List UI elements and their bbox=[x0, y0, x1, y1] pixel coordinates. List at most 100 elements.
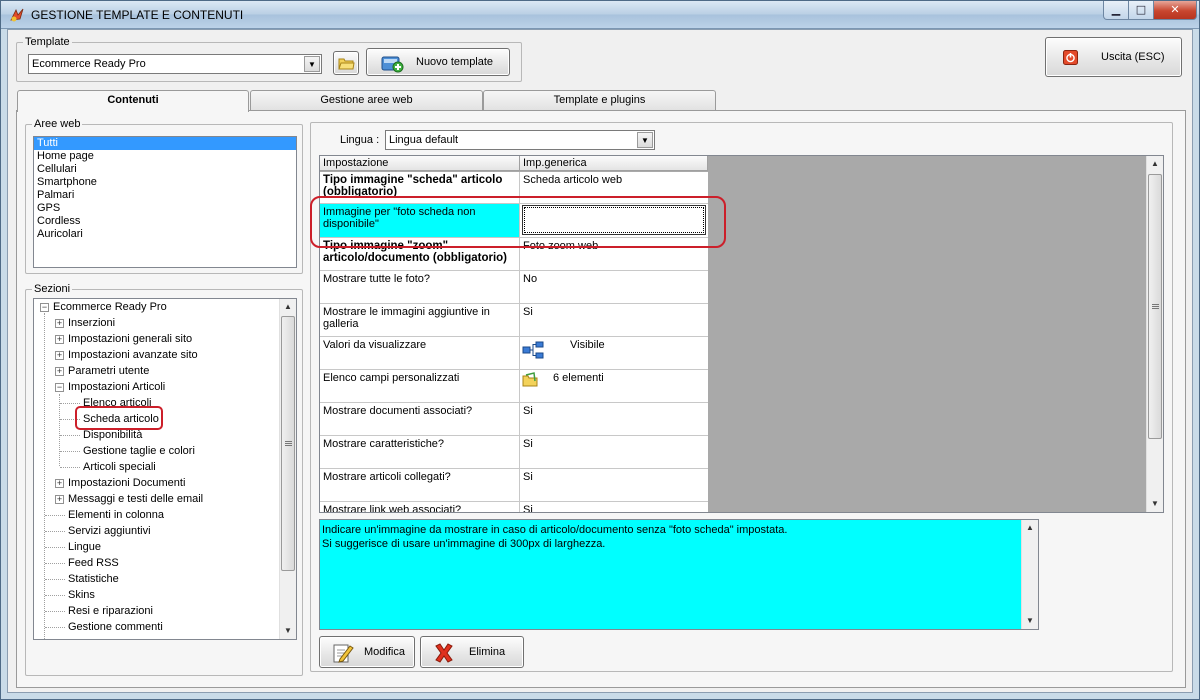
template-select[interactable]: Ecommerce Ready Pro ▼ bbox=[28, 54, 322, 74]
tree-node[interactable]: Gestione commenti bbox=[68, 620, 163, 634]
scroll-thumb[interactable] bbox=[281, 316, 295, 571]
expand-icon[interactable]: + bbox=[55, 495, 64, 504]
table-row[interactable]: Mostrare link web associati? Si bbox=[320, 502, 708, 512]
edit-icon bbox=[333, 644, 354, 663]
tree-node[interactable]: Inserzioni bbox=[68, 316, 115, 330]
collapse-icon[interactable]: − bbox=[55, 383, 64, 392]
expand-icon[interactable]: + bbox=[55, 335, 64, 344]
setting-value[interactable]: Foto zoom web bbox=[520, 238, 708, 270]
tree-node[interactable]: Disponibilità bbox=[83, 428, 142, 442]
minimize-button[interactable]: ▁ bbox=[1103, 1, 1129, 20]
expand-icon[interactable]: + bbox=[55, 351, 64, 360]
setting-value: Visibile bbox=[570, 339, 605, 351]
list-item[interactable]: Auricolari bbox=[34, 228, 296, 241]
chevron-down-icon[interactable]: ▼ bbox=[637, 132, 653, 148]
list-item[interactable]: Tutti bbox=[34, 137, 296, 150]
table-row[interactable]: Elenco campi personalizzati 6 elementi bbox=[320, 370, 708, 403]
tree-node[interactable]: Articoli speciali bbox=[83, 460, 156, 474]
tab-contenuti[interactable]: Contenuti bbox=[17, 90, 249, 112]
table-row[interactable]: Mostrare caratteristiche? Si bbox=[320, 436, 708, 469]
tree-node[interactable]: Impostazioni Articoli bbox=[68, 380, 165, 394]
tree-node[interactable]: Impostazioni generali sito bbox=[68, 332, 192, 346]
table-row[interactable]: Valori da visualizzare Visibile bbox=[320, 337, 708, 370]
expand-icon[interactable]: + bbox=[55, 367, 64, 376]
expand-icon[interactable]: + bbox=[55, 319, 64, 328]
setting-value[interactable]: Si bbox=[520, 304, 708, 336]
modifica-button[interactable]: Modifica bbox=[319, 636, 415, 668]
modifica-label: Modifica bbox=[364, 646, 405, 658]
scroll-thumb[interactable] bbox=[1148, 174, 1162, 439]
tree-node[interactable]: Resi e riparazioni bbox=[68, 604, 153, 618]
setting-value[interactable]: Si bbox=[520, 403, 708, 435]
sezioni-scrollbar[interactable]: ▲ ▼ bbox=[279, 299, 296, 639]
open-folder-button[interactable] bbox=[333, 51, 359, 75]
tree-node[interactable]: Gestione taglie e colori bbox=[83, 444, 195, 458]
scroll-down-icon[interactable]: ▼ bbox=[280, 623, 296, 639]
tree-line bbox=[59, 394, 60, 466]
setting-value-cell[interactable]: 6 elementi bbox=[520, 370, 708, 402]
table-row-selected[interactable]: Immagine per "foto scheda non disponibil… bbox=[320, 204, 708, 238]
scroll-up-icon[interactable]: ▲ bbox=[280, 299, 296, 315]
list-item[interactable]: Smartphone bbox=[34, 176, 296, 189]
close-button[interactable]: ✕ bbox=[1153, 1, 1197, 20]
setting-value[interactable]: Si bbox=[520, 436, 708, 468]
scroll-down-icon[interactable]: ▼ bbox=[1147, 496, 1163, 512]
tree-node[interactable]: Impostazioni Documenti bbox=[68, 476, 185, 490]
list-item[interactable]: Cordless bbox=[34, 215, 296, 228]
grid-scrollbar[interactable]: ▲ ▼ bbox=[1146, 156, 1163, 512]
collapse-icon[interactable]: − bbox=[40, 303, 49, 312]
scroll-up-icon[interactable]: ▲ bbox=[1022, 520, 1038, 536]
tree-node[interactable]: Feed RSS bbox=[68, 556, 119, 570]
scroll-up-icon[interactable]: ▲ bbox=[1147, 156, 1163, 172]
tree-node[interactable]: Messaggi e testi delle email bbox=[68, 492, 203, 506]
tree-node[interactable]: Skins bbox=[68, 588, 95, 602]
scroll-down-icon[interactable]: ▼ bbox=[1022, 613, 1038, 629]
setting-name: Mostrare tutte le foto? bbox=[320, 271, 520, 303]
image-value-input[interactable] bbox=[522, 205, 706, 235]
tree-line bbox=[45, 531, 65, 532]
tab-gestione-aree-web[interactable]: Gestione aree web bbox=[250, 90, 483, 110]
tree-node[interactable]: Elementi in colonna bbox=[68, 508, 164, 522]
column-header[interactable]: Imp.generica bbox=[520, 156, 708, 171]
settings-grid[interactable]: Impostazione Imp.generica Tipo immagine … bbox=[319, 155, 1164, 513]
tree-root[interactable]: Ecommerce Ready Pro bbox=[53, 300, 167, 314]
tree-node[interactable]: Lingue bbox=[68, 540, 101, 554]
column-header[interactable]: Impostazione bbox=[320, 156, 520, 171]
lingua-select[interactable]: Lingua default ▼ bbox=[385, 130, 655, 150]
tree-node[interactable]: Elenco articoli bbox=[83, 396, 151, 410]
aree-web-list[interactable]: Tutti Home page Cellulari Smartphone Pal… bbox=[33, 136, 297, 268]
setting-name: Mostrare articoli collegati? bbox=[320, 469, 520, 501]
sezioni-tree[interactable]: − Ecommerce Ready Pro + Inserzioni + Imp… bbox=[33, 298, 297, 640]
elimina-button[interactable]: Elimina bbox=[420, 636, 524, 668]
tree-node[interactable]: Servizi aggiuntivi bbox=[68, 524, 151, 538]
chevron-down-icon[interactable]: ▼ bbox=[304, 56, 320, 72]
table-row[interactable]: Mostrare documenti associati? Si bbox=[320, 403, 708, 436]
setting-value[interactable]: Si bbox=[520, 469, 708, 501]
table-row[interactable]: Mostrare articoli collegati? Si bbox=[320, 469, 708, 502]
description-box[interactable]: Indicare un'immagine da mostrare in caso… bbox=[319, 519, 1039, 630]
tree-node[interactable]: Impostazioni avanzate sito bbox=[68, 348, 198, 362]
tree-node[interactable]: Statistiche bbox=[68, 572, 119, 586]
setting-value[interactable]: Scheda articolo web bbox=[520, 172, 708, 203]
table-row[interactable]: Mostrare le immagini aggiuntive in galle… bbox=[320, 304, 708, 337]
exit-button[interactable]: Uscita (ESC) bbox=[1045, 37, 1182, 77]
tree-node[interactable]: Parametri utente bbox=[68, 364, 149, 378]
tab-template-e-plugins[interactable]: Template e plugins bbox=[483, 90, 716, 110]
table-row[interactable]: Tipo immagine "scheda" articolo (obbliga… bbox=[320, 172, 708, 204]
list-item[interactable]: Cellulari bbox=[34, 163, 296, 176]
description-scrollbar[interactable]: ▲ ▼ bbox=[1021, 520, 1038, 629]
new-template-button[interactable]: Nuovo template bbox=[366, 48, 510, 76]
power-icon bbox=[1063, 50, 1078, 65]
tree-node-selected[interactable]: Scheda articolo bbox=[83, 412, 159, 426]
table-row[interactable]: Mostrare tutte le foto? No bbox=[320, 271, 708, 304]
list-item[interactable]: GPS bbox=[34, 202, 296, 215]
list-item[interactable]: Palmari bbox=[34, 189, 296, 202]
setting-value[interactable]: Si bbox=[520, 502, 708, 512]
setting-value-cell[interactable]: Visibile bbox=[520, 337, 708, 369]
expand-icon[interactable]: + bbox=[55, 479, 64, 488]
maximize-button[interactable]: □ bbox=[1128, 1, 1154, 20]
table-row[interactable]: Tipo immagine "zoom" articolo/documento … bbox=[320, 238, 708, 271]
setting-value[interactable]: No bbox=[520, 271, 708, 303]
list-item[interactable]: Home page bbox=[34, 150, 296, 163]
grid-header: Impostazione Imp.generica bbox=[320, 156, 708, 171]
